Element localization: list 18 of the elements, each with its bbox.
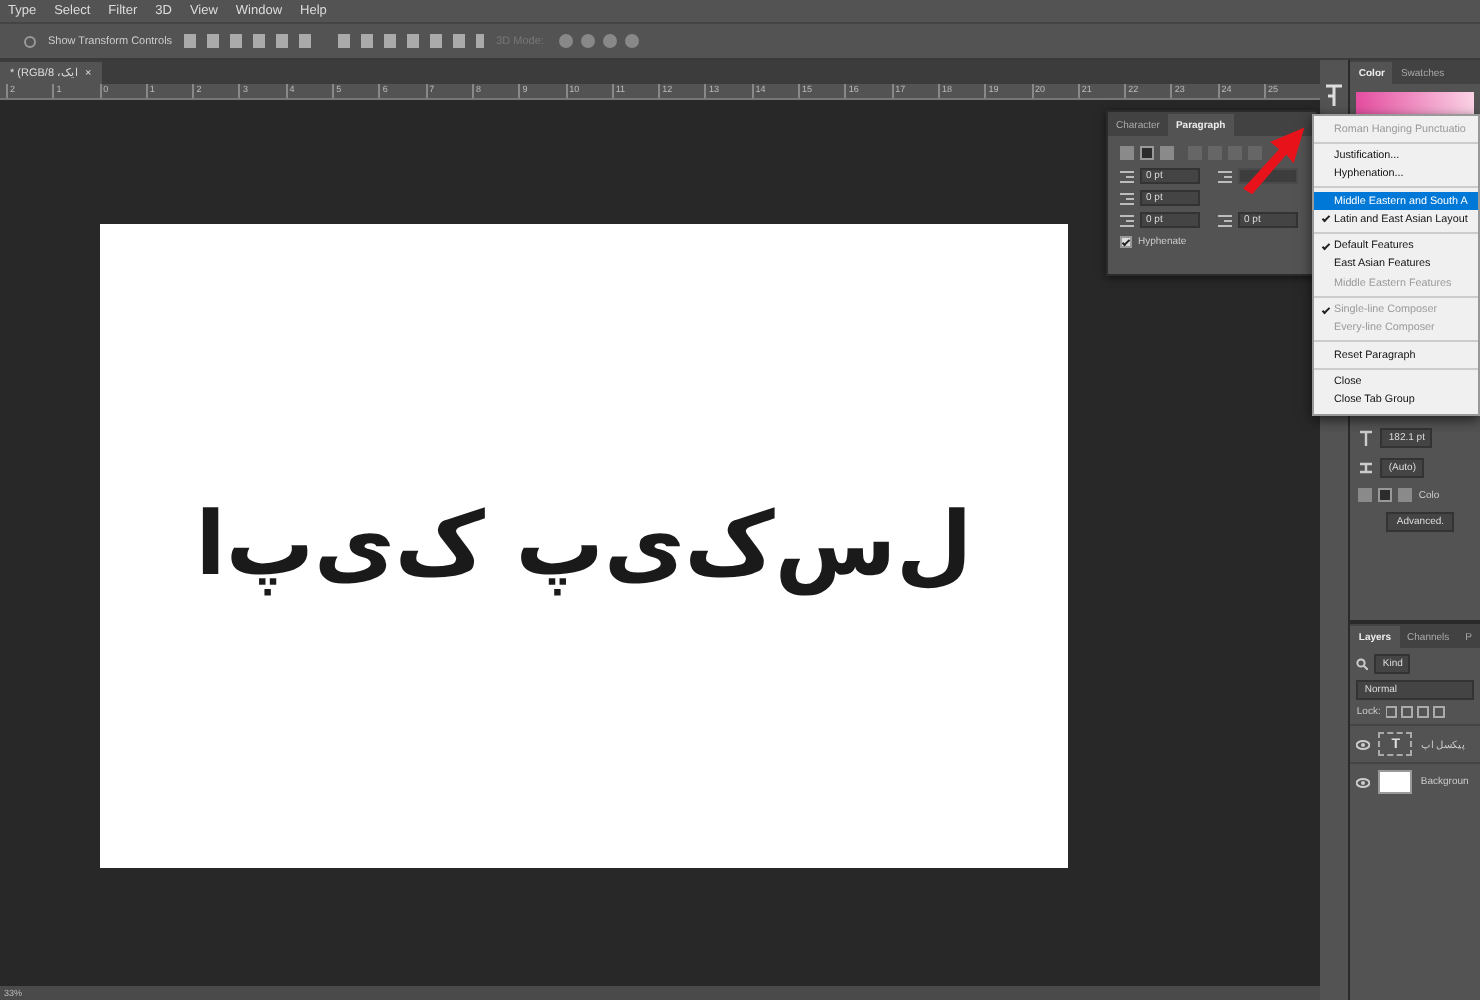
canvas-text: ل‌س‌ک‌ی‌پ ک‌ی‌پ‌ا: [195, 492, 973, 601]
paragraph-tool-icon[interactable]: [1324, 84, 1345, 108]
search-icon: [1356, 658, 1369, 670]
layer-thumbnail: [1378, 770, 1413, 794]
indent-icon: [1120, 169, 1134, 183]
checkbox[interactable]: [1120, 236, 1132, 248]
font-size-icon: [1358, 430, 1375, 446]
eye-icon[interactable]: [1356, 777, 1371, 787]
lock-icons-drawing: [1386, 706, 1447, 718]
checkbox[interactable]: [24, 35, 36, 47]
indent-icon: [1120, 191, 1134, 205]
indent-icon: [1218, 213, 1232, 227]
align-button[interactable]: [1140, 146, 1154, 160]
eye-icon[interactable]: [1356, 739, 1371, 749]
3d-tools-drawing: [555, 32, 644, 50]
leading-icon: [1358, 460, 1375, 476]
indent-icon: [1120, 213, 1134, 227]
indent-icon: [1218, 169, 1232, 183]
